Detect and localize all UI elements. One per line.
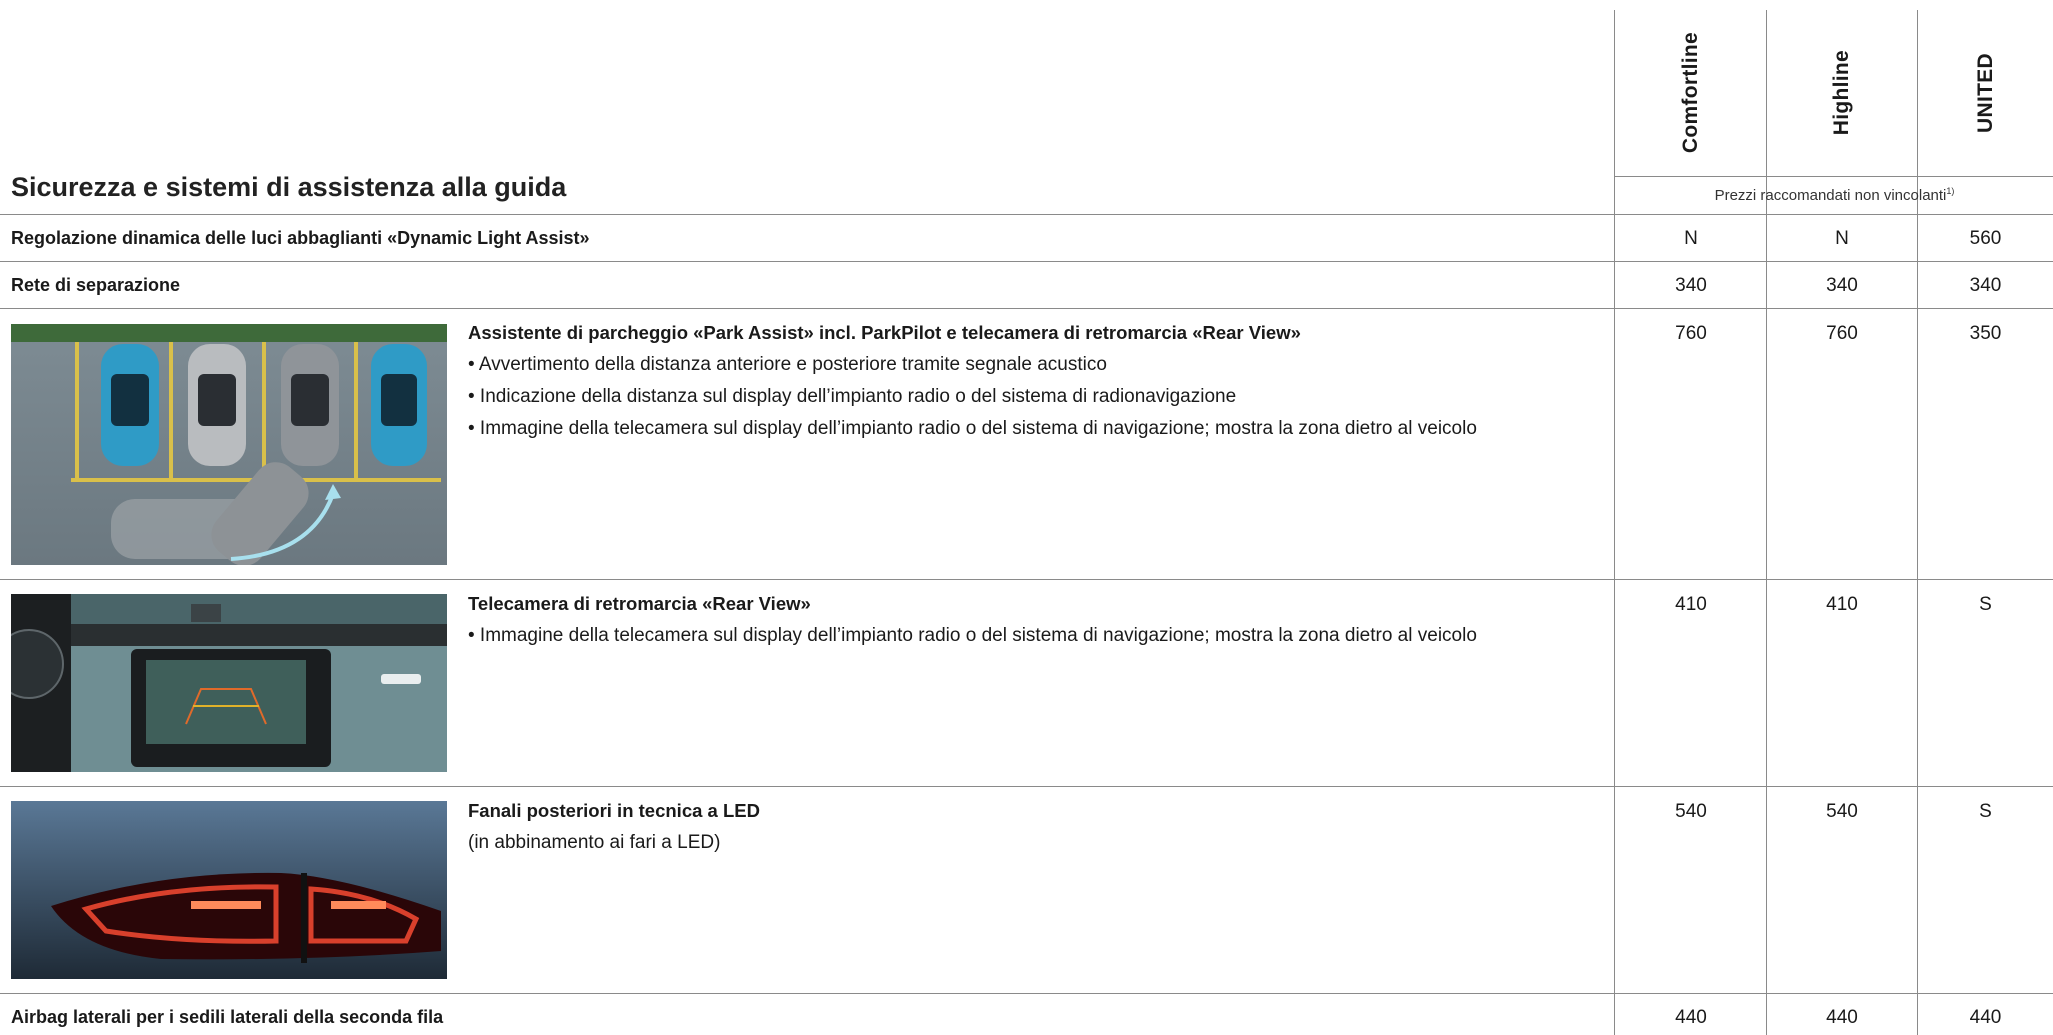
feature-description: Telecamera di retromarcia «Rear View» • … (468, 588, 1477, 652)
led-taillight-image (11, 801, 447, 979)
price-cell: 410 (1675, 594, 1707, 615)
price-cell: N (1835, 228, 1849, 249)
column-header-highline: Highline (1830, 50, 1853, 136)
row-label: Rete di separazione (11, 275, 181, 295)
row-label: Airbag laterali per i sedili laterali de… (11, 1007, 444, 1027)
price-cell: 350 (1969, 323, 2002, 344)
price-cell: 540 (1826, 801, 1858, 822)
price-cell: 760 (1826, 323, 1858, 344)
header-divider (1615, 176, 2053, 177)
price-cell: 760 (1675, 323, 1707, 344)
price-cell: S (1979, 594, 1992, 615)
price-cell: N (1684, 228, 1698, 249)
price-cell: 540 (1675, 801, 1707, 822)
rear-view-camera-image (11, 594, 447, 772)
feature-heading: Telecamera di retromarcia «Rear View» (468, 593, 811, 614)
row-label: Regolazione dinamica delle luci abbaglia… (11, 228, 590, 248)
prices-note: Prezzi raccomandati non vincolanti1) (1714, 186, 1955, 204)
row-divider (0, 993, 2053, 994)
column-header-united: UNITED (1973, 53, 1997, 133)
parking-assist-image (11, 324, 447, 565)
price-cell: 440 (1675, 1007, 1707, 1028)
feature-bullet: • Indicazione della distanza sul display… (468, 386, 1237, 407)
column-header-comfortline: Comfortline (1678, 32, 1702, 154)
feature-bullet: • Avvertimento della distanza anteriore … (468, 354, 1107, 375)
feature-heading: Fanali posteriori in tecnica a LED (468, 800, 760, 821)
feature-bullet: • Immagine della telecamera sul display … (468, 625, 1477, 646)
row-divider (0, 308, 2053, 309)
feature-heading: Assistente di parcheggio «Park Assist» i… (468, 322, 1301, 343)
price-cell: 440 (1969, 1007, 2002, 1028)
feature-note: (in abbinamento ai fari a LED) (468, 832, 721, 853)
price-cell: 440 (1826, 1007, 1858, 1028)
feature-description: Fanali posteriori in tecnica a LED (in a… (468, 795, 760, 859)
row-divider (0, 786, 2053, 787)
price-cell: 340 (1675, 275, 1707, 296)
feature-description: Assistente di parcheggio «Park Assist» i… (468, 317, 1477, 445)
price-cell: 340 (1969, 275, 2002, 296)
row-divider (0, 261, 2053, 262)
row-divider (0, 579, 2053, 580)
section-title: Sicurezza e sistemi di assistenza alla g… (11, 172, 567, 202)
feature-bullet: • Immagine della telecamera sul display … (468, 418, 1477, 439)
price-cell: S (1979, 801, 1992, 822)
price-cell: 410 (1826, 594, 1858, 615)
row-divider (0, 214, 2053, 215)
price-cell: 560 (1969, 228, 2002, 249)
price-cell: 340 (1826, 275, 1858, 296)
